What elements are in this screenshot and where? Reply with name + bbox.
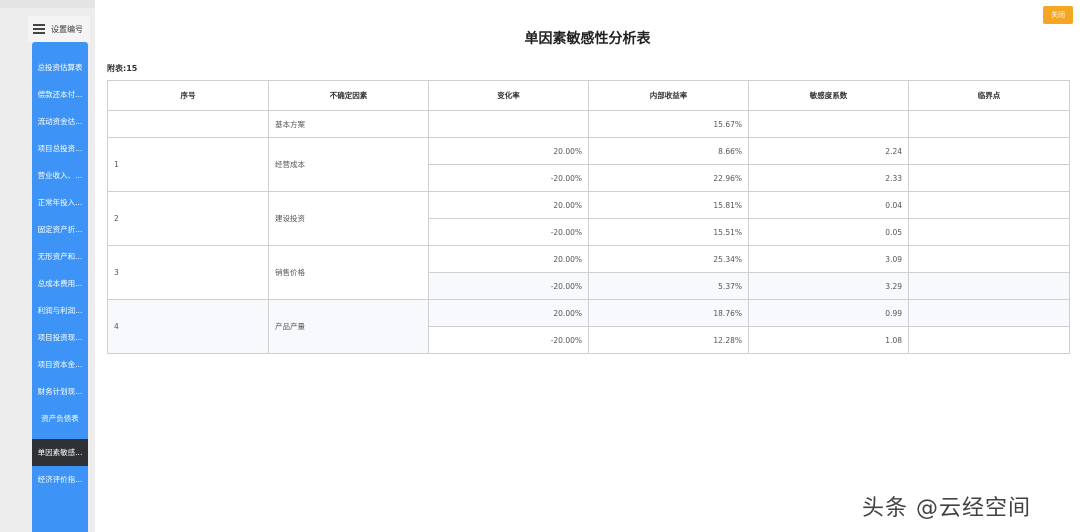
table-row: 3 销售价格 20.00% 25.34% 3.09 <box>107 245 1070 300</box>
table-header-row: 序号 不确定因素 变化率 内部收益率 敏感度系数 临界点 <box>107 80 1070 111</box>
cell-critical-point <box>908 218 1070 246</box>
cell-critical-point <box>908 272 1070 300</box>
cell-change-rate: 20.00% <box>428 299 589 327</box>
cell-factor: 销售价格 <box>268 245 429 300</box>
cell-sensitivity-coef: 3.29 <box>748 272 909 300</box>
sidebar-item-fixed-asset-depreciation[interactable]: 固定资产折... <box>32 216 88 243</box>
column-header-sensitivity-coef: 敏感度系数 <box>748 80 909 111</box>
column-header-critical-point: 临界点 <box>908 80 1070 111</box>
sidebar-item-project-total-investment[interactable]: 项目总投资... <box>32 135 88 162</box>
cell-critical-point <box>908 245 1070 273</box>
sidebar-item-economic-evaluation[interactable]: 经济评价指... <box>32 466 88 493</box>
table-row: 2 建设投资 20.00% 15.81% 0.04 <box>107 191 1070 246</box>
cell-change-rate: -20.00% <box>428 164 589 192</box>
sidebar-item-normal-year-input[interactable]: 正常年投入... <box>32 189 88 216</box>
cell-no: 3 <box>107 245 269 300</box>
sidebar-item-project-investment-cashflow[interactable]: 项目投资现... <box>32 324 88 351</box>
page-title: 单因素敏感性分析表 <box>524 31 651 47</box>
watermark-text: 头条 @云经空间 <box>862 496 1031 521</box>
sidebar-item-intangible-assets[interactable]: 无形资产和... <box>32 243 88 270</box>
cell-no: 1 <box>107 137 269 192</box>
cell-sensitivity-coef: 2.24 <box>748 137 909 165</box>
cell-critical-point <box>908 299 1070 327</box>
cell-sensitivity-coef: 1.08 <box>748 326 909 354</box>
sidebar-item-total-cost[interactable]: 总成本费用... <box>32 270 88 297</box>
sidebar-item-loan-repayment[interactable]: 偿款还本付... <box>32 81 88 108</box>
cell-irr: 15.67% <box>588 110 749 138</box>
cell-change-rate: -20.00% <box>428 218 589 246</box>
settings-numbering-button[interactable]: 设置编号 <box>28 16 90 42</box>
cell-sensitivity-coef: 0.99 <box>748 299 909 327</box>
table-row: 4 产品产量 20.00% 18.76% 0.99 <box>107 299 1070 354</box>
column-header-no: 序号 <box>107 80 269 111</box>
cell-factor: 产品产量 <box>268 299 429 354</box>
sidebar-item-sensitivity-analysis[interactable]: 单因素敏感... <box>32 439 88 466</box>
sensitivity-table: 序号 不确定因素 变化率 内部收益率 敏感度系数 临界点 基本方案 15.67%… <box>107 80 1070 354</box>
left-panel-top-strip <box>0 0 95 8</box>
cell-sensitivity-coef: 0.05 <box>748 218 909 246</box>
cell-sensitivity-coef: 0.04 <box>748 191 909 219</box>
cell-sensitivity-coef: 2.33 <box>748 164 909 192</box>
cell-factor: 建设投资 <box>268 191 429 246</box>
close-button[interactable]: 关闭 <box>1043 6 1073 24</box>
cell-irr: 25.34% <box>588 245 749 273</box>
cell-sensitivity-coef: 3.09 <box>748 245 909 273</box>
sidebar-item-profit-distribution[interactable]: 利润与利润... <box>32 297 88 324</box>
cell-critical-point <box>908 110 1070 138</box>
cell-factor: 经营成本 <box>268 137 429 192</box>
cell-change-rate <box>428 110 589 138</box>
cell-change-rate: -20.00% <box>428 326 589 354</box>
cell-irr: 15.51% <box>588 218 749 246</box>
cell-sensitivity-coef <box>748 110 909 138</box>
list-menu-icon <box>33 22 45 37</box>
settings-numbering-label: 设置编号 <box>51 24 83 34</box>
sidebar-item-operating-revenue[interactable]: 营业收入、... <box>32 162 88 189</box>
sidebar-item-balance-sheet[interactable]: 资产负债表 <box>32 405 88 432</box>
sidebar-item-financial-plan-cashflow[interactable]: 财务计划现... <box>32 378 88 405</box>
cell-change-rate: 20.00% <box>428 137 589 165</box>
table-caption: 附表:15 <box>107 64 138 73</box>
cell-factor: 基本方案 <box>268 110 429 138</box>
cell-critical-point <box>908 191 1070 219</box>
cell-irr: 22.96% <box>588 164 749 192</box>
sidebar-item-working-capital[interactable]: 流动资金估... <box>32 108 88 135</box>
table-row: 1 经营成本 20.00% 8.66% 2.24 <box>107 137 1070 192</box>
cell-critical-point <box>908 164 1070 192</box>
cell-no: 2 <box>107 191 269 246</box>
cell-irr: 5.37% <box>588 272 749 300</box>
cell-critical-point <box>908 137 1070 165</box>
cell-change-rate: -20.00% <box>428 272 589 300</box>
column-header-irr: 内部收益率 <box>588 80 749 111</box>
cell-no: 4 <box>107 299 269 354</box>
cell-irr: 18.76% <box>588 299 749 327</box>
cell-critical-point <box>908 326 1070 354</box>
cell-change-rate: 20.00% <box>428 191 589 219</box>
cell-irr: 15.81% <box>588 191 749 219</box>
sidebar-item-project-capital[interactable]: 项目资本金... <box>32 351 88 378</box>
cell-no <box>107 110 269 138</box>
column-header-factor: 不确定因素 <box>268 80 429 111</box>
sidebar-nav: 总投资估算表 偿款还本付... 流动资金估... 项目总投资... 营业收入、.… <box>32 42 88 532</box>
table-row-base-scenario: 基本方案 15.67% <box>107 110 1070 138</box>
column-header-change-rate: 变化率 <box>428 80 589 111</box>
sidebar-item-total-investment[interactable]: 总投资估算表 <box>32 54 88 81</box>
cell-change-rate: 20.00% <box>428 245 589 273</box>
cell-irr: 12.28% <box>588 326 749 354</box>
cell-irr: 8.66% <box>588 137 749 165</box>
